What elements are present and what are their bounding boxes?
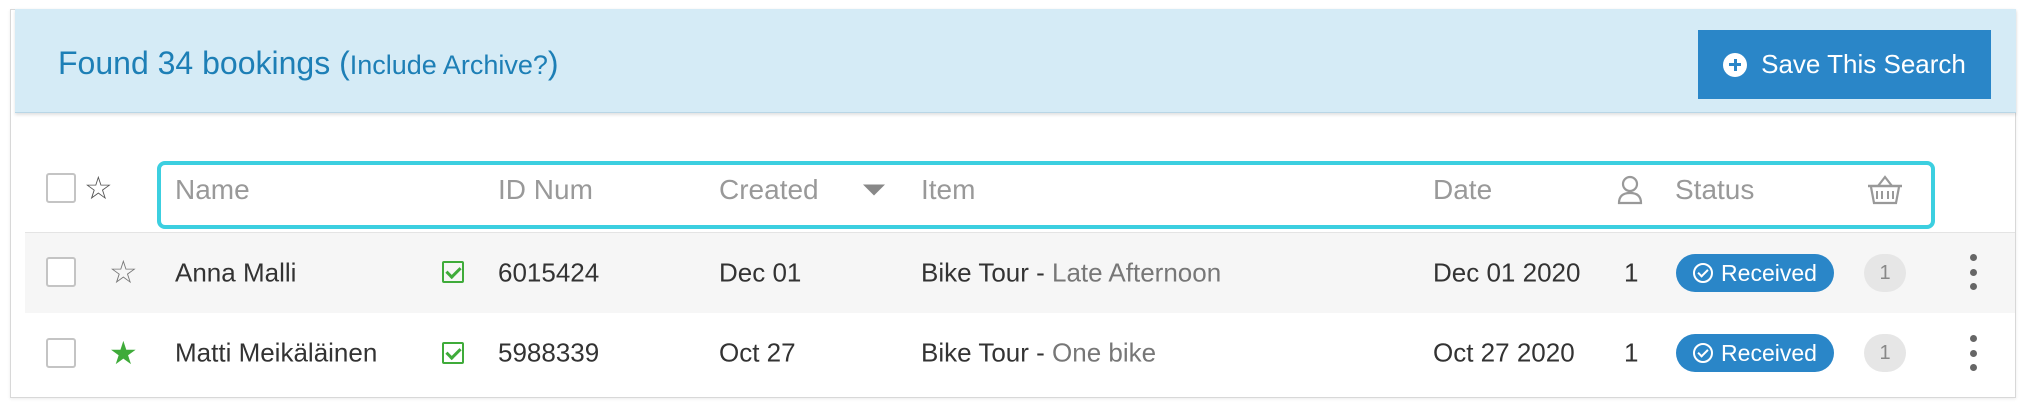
status-badge[interactable]: Received — [1676, 334, 1834, 372]
archive-open-paren: ( — [339, 45, 350, 81]
results-banner: Found 34 bookings (Include Archive?) Sav… — [15, 9, 2016, 113]
booking-created: Dec 01 — [719, 257, 802, 288]
results-title: Found 34 bookings (Include Archive?) — [58, 45, 559, 82]
booking-item: Bike Tour - One bike — [921, 338, 1156, 369]
booking-people: 1 — [1624, 337, 1639, 368]
booking-date: Dec 01 2020 — [1433, 257, 1581, 288]
more-options-icon[interactable] — [1968, 335, 1978, 371]
header-highlight — [157, 161, 1935, 229]
booking-created: Oct 27 — [719, 337, 796, 368]
results-count-text: Found 34 bookings — [58, 45, 331, 81]
booking-id: 5988339 — [498, 337, 600, 368]
person-icon — [1617, 175, 1643, 205]
column-header-name[interactable]: Name — [175, 174, 250, 206]
status-label: Received — [1721, 259, 1817, 286]
column-header-date[interactable]: Date — [1433, 174, 1492, 206]
column-header-status[interactable]: Status — [1675, 174, 1754, 206]
row-checkbox[interactable] — [46, 338, 76, 368]
column-header-id-num[interactable]: ID Num — [498, 174, 593, 206]
checkmark-icon — [442, 342, 464, 364]
booking-date: Oct 27 2020 — [1433, 337, 1575, 368]
column-header-created[interactable]: Created — [719, 174, 819, 206]
save-search-button[interactable]: Save This Search — [1698, 30, 1991, 99]
booking-item-main: Bike Tour - — [921, 337, 1053, 368]
row-checkbox[interactable] — [46, 257, 76, 287]
archive-close-paren: ) — [547, 45, 559, 81]
star-outline-icon[interactable]: ☆ — [109, 256, 138, 288]
sort-desc-icon[interactable] — [863, 184, 885, 196]
booking-name[interactable]: Matti Meikäläinen — [175, 338, 377, 369]
status-label: Received — [1721, 339, 1817, 366]
booking-people: 1 — [1624, 257, 1639, 288]
checkmark-icon — [442, 261, 464, 283]
booking-item-detail: One bike — [1052, 337, 1157, 368]
more-options-icon[interactable] — [1968, 254, 1978, 290]
status-badge[interactable]: Received — [1676, 254, 1834, 292]
include-archive-link[interactable]: Include Archive? — [350, 50, 548, 80]
save-search-label: Save This Search — [1761, 49, 1966, 79]
star-filled-icon[interactable]: ★ — [109, 337, 138, 369]
booking-item-detail: Late Afternoon — [1052, 257, 1222, 288]
booking-name[interactable]: Anna Malli — [175, 258, 296, 289]
booking-id: 6015424 — [498, 257, 600, 288]
item-count-badge: 1 — [1864, 254, 1906, 292]
item-count-badge: 1 — [1864, 334, 1906, 372]
column-header-item[interactable]: Item — [921, 174, 975, 206]
booking-item: Bike Tour - Late Afternoon — [921, 258, 1221, 289]
booking-item-main: Bike Tour - — [921, 257, 1053, 288]
check-circle-icon — [1693, 263, 1714, 283]
plus-circle-icon — [1723, 52, 1748, 77]
star-header-icon[interactable]: ☆ — [84, 172, 113, 204]
basket-icon — [1868, 175, 1902, 205]
check-circle-icon — [1693, 343, 1714, 363]
select-all-checkbox[interactable] — [46, 173, 76, 203]
